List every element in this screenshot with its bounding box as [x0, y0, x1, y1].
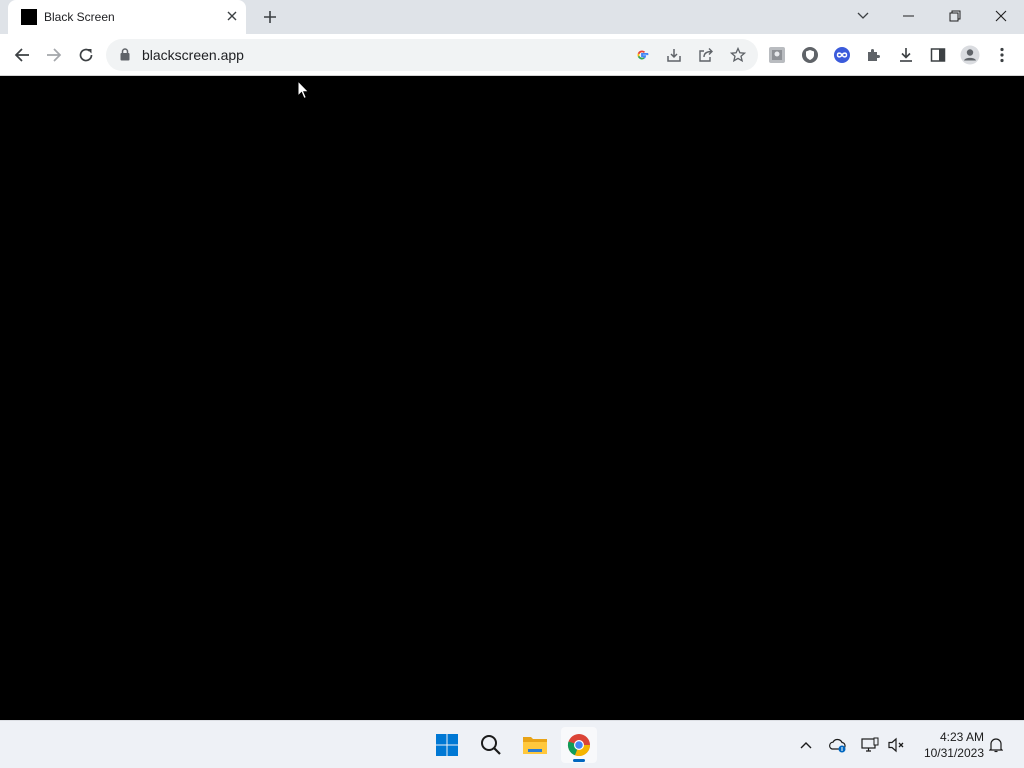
new-tab-icon[interactable] [259, 6, 281, 28]
tab-search-icon[interactable] [840, 0, 886, 32]
windows-start-icon[interactable] [429, 727, 465, 763]
minimize-icon[interactable] [886, 0, 932, 32]
tab-close-icon[interactable] [224, 8, 240, 24]
show-hidden-icons-icon[interactable] [796, 735, 816, 755]
notifications-bell-icon[interactable] [986, 735, 1006, 755]
tab-strip: Black Screen [0, 0, 1024, 34]
profile-icon[interactable] [956, 41, 984, 69]
clock-time: 4:23 AM [939, 730, 984, 744]
extension-loop-icon[interactable] [828, 41, 856, 69]
extension-photo-icon[interactable] [763, 41, 791, 69]
lock-icon[interactable] [120, 48, 130, 66]
volume-muted-icon[interactable] [886, 735, 906, 755]
tab-title: Black Screen [44, 10, 115, 24]
restore-icon[interactable] [932, 0, 978, 32]
install-app-icon[interactable] [664, 45, 684, 65]
more-menu-icon[interactable] [988, 41, 1016, 69]
extensions-puzzle-icon[interactable] [860, 41, 888, 69]
side-panel-icon[interactable] [924, 41, 952, 69]
url-text[interactable]: blackscreen.app [142, 47, 244, 63]
clock-date: 10/31/2023 [923, 746, 984, 760]
extension-shield-icon[interactable] [796, 41, 824, 69]
mouse-cursor-icon [297, 79, 310, 105]
onedrive-icon[interactable] [828, 735, 848, 755]
close-icon[interactable] [978, 0, 1024, 32]
address-bar[interactable]: blackscreen.app [106, 39, 758, 71]
back-icon[interactable] [8, 41, 36, 69]
reload-icon[interactable] [72, 41, 100, 69]
browser-toolbar: blackscreen.app [0, 34, 1024, 76]
windows-taskbar: 4:23 AM 10/31/2023 [0, 720, 1024, 768]
black-square-icon [21, 9, 37, 25]
forward-icon[interactable] [40, 41, 68, 69]
tab-black-screen[interactable]: Black Screen [8, 0, 246, 34]
network-icon[interactable] [860, 735, 880, 755]
star-bookmark-icon[interactable] [728, 45, 748, 65]
search-icon[interactable] [473, 727, 509, 763]
active-app-indicator [573, 759, 585, 762]
google-lens-icon[interactable] [632, 45, 652, 65]
system-clock[interactable]: 4:23 AM 10/31/2023 [912, 729, 984, 761]
share-icon[interactable] [696, 45, 716, 65]
file-explorer-icon[interactable] [517, 727, 553, 763]
chrome-icon[interactable] [561, 727, 597, 763]
page-content-black-screen[interactable] [0, 77, 1024, 720]
downloads-icon[interactable] [892, 41, 920, 69]
